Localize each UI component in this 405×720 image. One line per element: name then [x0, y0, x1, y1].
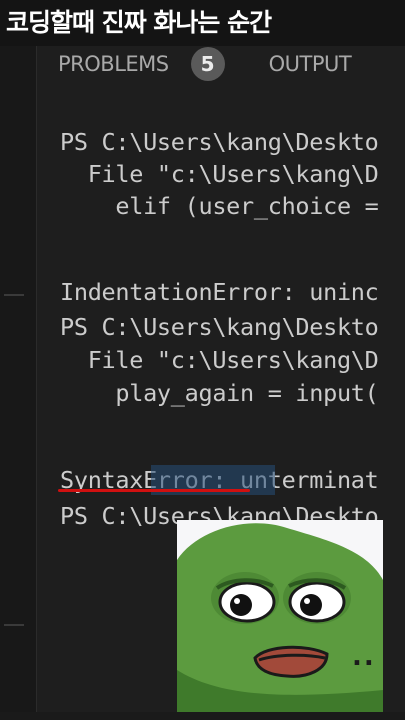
terminal-line: IndentationError: uninc — [60, 278, 379, 306]
terminal-line: play_again = input( — [60, 379, 379, 407]
terminal-line: PS C:\Users\kang\Deskto — [60, 128, 379, 156]
edge-divider — [4, 624, 24, 626]
bottom-strip — [0, 712, 405, 720]
problems-count-badge: 5 — [190, 47, 225, 81]
terminal-line: elif (user_choice = — [60, 192, 379, 220]
activity-bar — [0, 46, 37, 720]
panel-tabs: PROBLEMS 5 OUTPUT — [58, 46, 405, 82]
pepe-frog-sticker — [177, 520, 383, 712]
terminal-line: PS C:\Users\kang\Deskto — [60, 313, 379, 341]
ellipsis-dots: .. — [352, 642, 376, 672]
terminal-line: File "c:\Users\kang\D — [60, 160, 379, 188]
edge-divider — [4, 294, 24, 296]
terminal-output[interactable]: PS C:\Users\kang\Deskto File "c:\Users\k… — [60, 126, 405, 546]
video-caption: 코딩할때 진짜 화나는 순간 — [0, 0, 405, 46]
red-underline-mark — [58, 489, 250, 492]
tab-output[interactable]: OUTPUT — [269, 52, 352, 76]
terminal-line: File "c:\Users\kang\D — [60, 346, 379, 374]
tab-problems[interactable]: PROBLEMS — [58, 52, 169, 76]
pepe-frog-icon — [177, 523, 383, 712]
